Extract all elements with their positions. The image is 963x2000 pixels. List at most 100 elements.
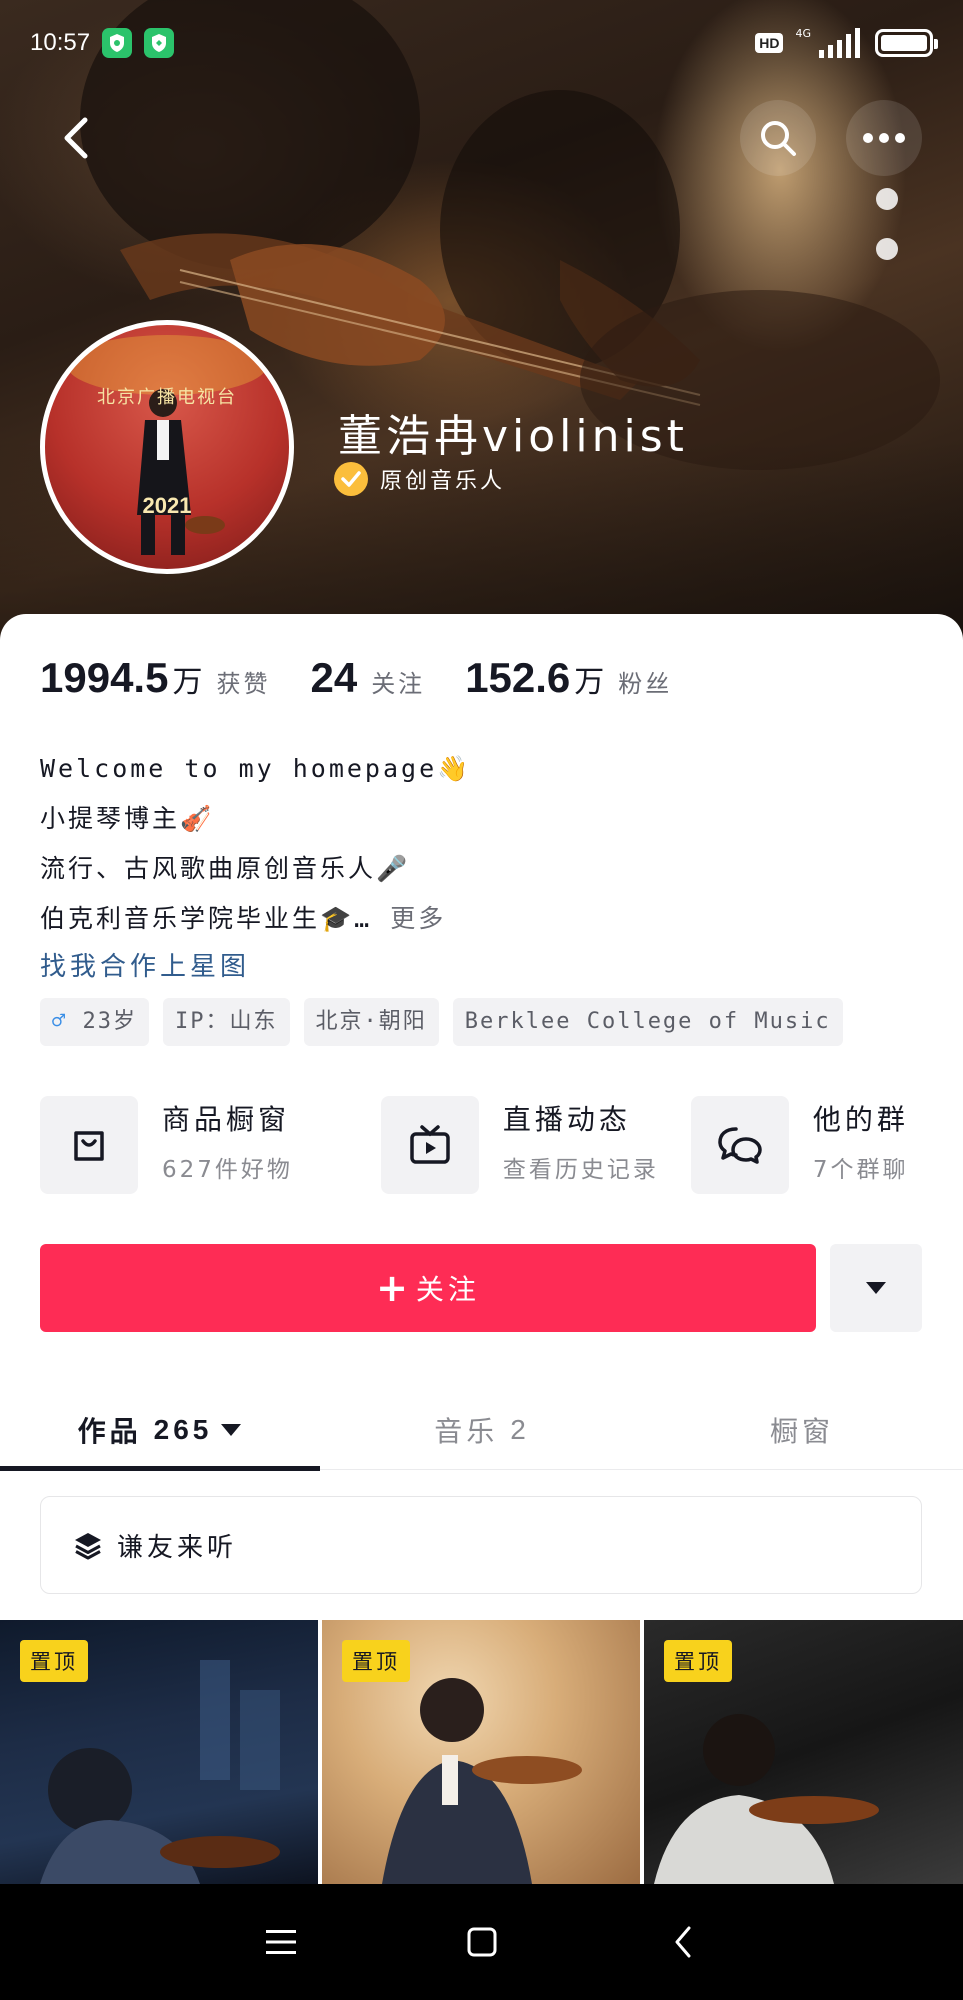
caret-down-icon xyxy=(866,1282,886,1294)
collection-label: 谦友来听 xyxy=(117,1532,238,1563)
tab-count: 265 xyxy=(153,1414,213,1445)
service-shop-window[interactable]: 商品橱窗 627件好物 xyxy=(40,1096,293,1194)
bio-line: 流行、古风歌曲原创音乐人🎤 xyxy=(40,844,471,894)
stat-followers[interactable]: 152.6 万 粉丝 xyxy=(465,654,672,702)
stat-likes-label: 获赞 xyxy=(216,670,271,698)
more-dots-icon xyxy=(863,133,905,143)
status-bar: 10:57 HD 4G xyxy=(30,18,938,68)
bio-text: Welcome to my homepage xyxy=(40,754,438,783)
profile-tags: ♂ 23岁 IP：山东 北京·朝阳 Berklee College of Mus… xyxy=(40,998,843,1046)
profile-banner: 10:57 HD 4G 北京广播电视台 2021 董浩冉violinist 原创… xyxy=(0,0,963,640)
violin-emoji: 🎻 xyxy=(180,804,215,833)
battery-icon xyxy=(875,29,938,57)
tab-works[interactable]: 作品 265 xyxy=(0,1390,320,1470)
tab-showcase[interactable]: 橱窗 xyxy=(642,1390,962,1470)
plus-icon: + xyxy=(376,1266,412,1310)
avatar-caption-top: 北京广播电视台 xyxy=(97,387,237,408)
bio: Welcome to my homepage👋 小提琴博主🎻 流行、古风歌曲原创… xyxy=(40,744,471,990)
service-title: 他的群 xyxy=(812,1103,909,1136)
chat-bubbles-icon xyxy=(690,1096,789,1194)
menu-icon xyxy=(265,1930,296,1954)
system-back-button[interactable] xyxy=(653,1912,713,1972)
pinned-badge: 置顶 xyxy=(342,1640,410,1682)
profile-card: 1994.5 万 获赞 24 关注 152.6 万 粉丝 Welcome to … xyxy=(0,614,963,1884)
pinned-badge: 置顶 xyxy=(20,1640,88,1682)
tab-music[interactable]: 音乐 2 xyxy=(322,1390,642,1470)
home-button[interactable] xyxy=(452,1912,512,1972)
bio-text: 伯克利音乐学院毕业生 xyxy=(40,904,321,933)
banner-page-dot xyxy=(876,188,898,210)
service-entries: 商品橱窗 627件好物 直播动态 查看历史记录 他的群 7个群聊 xyxy=(40,1096,939,1194)
video-thumbnail[interactable]: 置顶 xyxy=(322,1620,640,1884)
bio-line: Welcome to my homepage👋 xyxy=(40,744,471,794)
more-button[interactable] xyxy=(846,100,922,176)
layers-icon xyxy=(75,1533,101,1560)
video-grid: 置顶 置顶 置顶 xyxy=(0,1620,963,1884)
tag-ip: IP：山东 xyxy=(163,998,290,1046)
home-square-icon xyxy=(467,1927,496,1957)
caret-down-icon xyxy=(221,1424,242,1436)
status-time: 10:57 xyxy=(30,29,91,56)
avatar[interactable]: 北京广播电视台 2021 xyxy=(40,320,294,574)
search-button[interactable] xyxy=(740,100,816,176)
tab-label: 橱窗 xyxy=(769,1415,834,1448)
collection-entry[interactable]: 谦友来听 xyxy=(40,1496,922,1594)
pinned-badge: 置顶 xyxy=(664,1640,732,1682)
microphone-emoji: 🎤 xyxy=(376,854,411,883)
stats-row: 1994.5 万 获赞 24 关注 152.6 万 粉丝 xyxy=(40,654,712,702)
bio-more-link[interactable]: 更多 xyxy=(390,904,446,933)
signal-icon xyxy=(819,28,860,58)
follow-label: 关注 xyxy=(415,1273,480,1306)
stat-likes-value: 1994.5 xyxy=(40,654,169,701)
banner-page-dot xyxy=(876,238,898,260)
service-subtitle: 查看历史记录 xyxy=(502,1157,659,1183)
video-thumbnail[interactable]: 置顶 xyxy=(0,1620,318,1884)
stat-following-value: 24 xyxy=(310,654,358,701)
back-arrow-icon xyxy=(675,1926,690,1958)
xingtu-link[interactable]: 找我合作上星图 xyxy=(40,944,471,990)
verified-check-icon xyxy=(334,462,368,496)
bio-line: 伯克利音乐学院毕业生🎓… 更多 xyxy=(40,894,471,944)
shield-app-icon xyxy=(102,28,133,58)
bio-ellipsis: … xyxy=(354,904,373,933)
system-navigation-bar xyxy=(0,1884,963,2000)
stat-followers-unit: 万 xyxy=(574,665,605,700)
service-group-chats[interactable]: 他的群 7个群聊 xyxy=(690,1096,909,1194)
content-tabs: 作品 265 音乐 2 橱窗 xyxy=(0,1390,963,1471)
graduation-cap-emoji: 🎓 xyxy=(320,904,355,933)
back-button[interactable] xyxy=(38,100,114,176)
service-subtitle: 627件好物 xyxy=(162,1157,293,1183)
tab-indicator xyxy=(0,1466,320,1471)
profile-name: 董浩冉violinist xyxy=(338,411,688,462)
stat-following-label: 关注 xyxy=(371,670,426,698)
tag-age: ♂ 23岁 xyxy=(40,998,149,1046)
follow-button[interactable]: + 关注 xyxy=(40,1244,816,1332)
verified-badge: 原创音乐人 xyxy=(334,462,505,496)
tag-age-label: 23岁 xyxy=(82,1009,137,1034)
network-label: 4G xyxy=(795,26,811,40)
stat-followers-value: 152.6 xyxy=(465,654,571,701)
tab-label: 音乐 xyxy=(434,1415,499,1448)
shield-app-icon xyxy=(144,28,175,58)
tab-count: 2 xyxy=(510,1414,530,1445)
menu-button[interactable] xyxy=(251,1912,311,1972)
bio-text: 流行、古风歌曲原创音乐人 xyxy=(40,854,377,883)
recommend-dropdown-button[interactable] xyxy=(830,1244,922,1332)
hd-badge: HD xyxy=(755,33,784,53)
stat-likes[interactable]: 1994.5 万 获赞 xyxy=(40,654,270,702)
male-icon: ♂ xyxy=(52,1009,68,1034)
stat-following[interactable]: 24 关注 xyxy=(310,654,425,702)
tag-location: 北京·朝阳 xyxy=(303,998,439,1046)
bio-text: 小提琴博主 xyxy=(40,804,181,833)
verified-label: 原创音乐人 xyxy=(380,469,506,494)
tag-school[interactable]: Berklee College of Music xyxy=(452,998,843,1046)
video-thumbnail[interactable]: 置顶 xyxy=(644,1620,963,1884)
stat-followers-label: 粉丝 xyxy=(618,670,673,698)
search-icon xyxy=(761,121,796,156)
tv-play-icon xyxy=(380,1096,479,1194)
service-title: 商品橱窗 xyxy=(162,1103,291,1136)
service-title: 直播动态 xyxy=(502,1103,631,1136)
service-live-history[interactable]: 直播动态 查看历史记录 xyxy=(380,1096,659,1194)
shopping-bag-icon xyxy=(40,1096,138,1194)
chevron-left-icon xyxy=(64,117,88,159)
